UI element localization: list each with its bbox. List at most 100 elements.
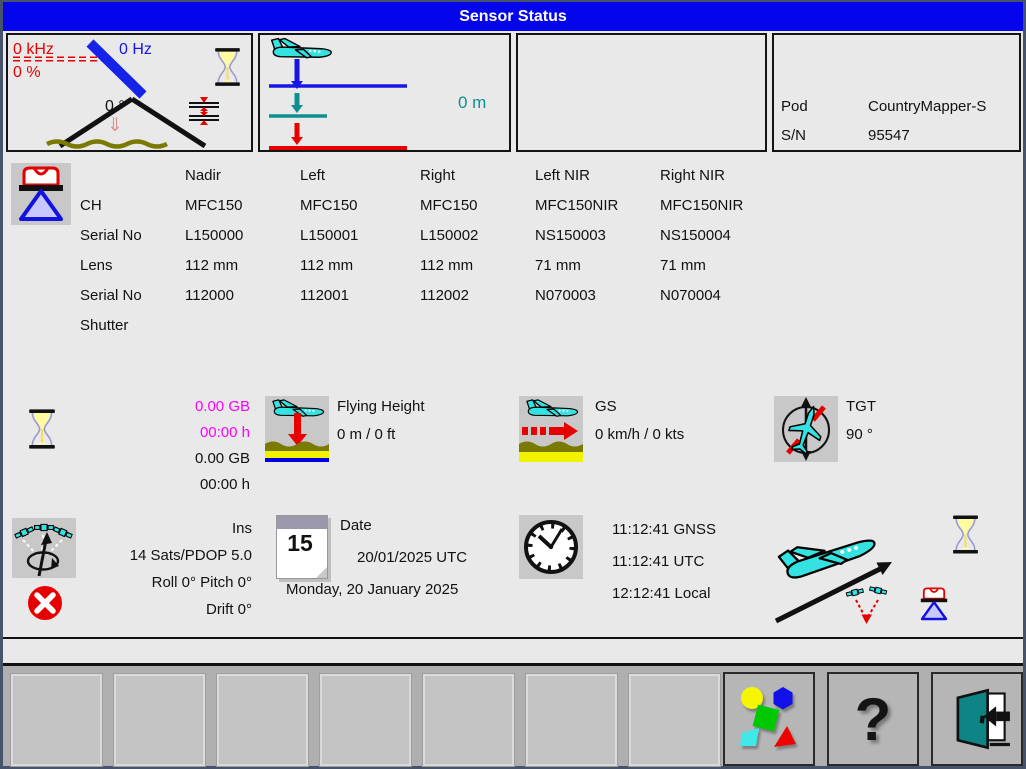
ground-speed-icon — [519, 396, 583, 462]
storage-total-gb: 0.00 GB — [120, 446, 250, 472]
camera-row-label: CH — [80, 197, 185, 214]
ground-speed-value: 0 km/h / 0 kts — [595, 426, 684, 444]
camera-cell: MFC150NIR — [660, 197, 780, 214]
storage-remaining-time: 00:00 h — [120, 420, 250, 446]
flying-height-value: 0 m / 0 ft — [337, 426, 395, 444]
toolbar-button-empty-3[interactable] — [217, 674, 308, 766]
time-gnss: 11:12:41 GNSS — [612, 514, 716, 546]
time-local: 12:12:41 Local — [612, 578, 716, 610]
pod-name: CountryMapper-S — [868, 98, 986, 116]
toolbar-button-empty-2[interactable] — [114, 674, 205, 766]
camera-cell: NS150004 — [660, 227, 780, 244]
help-icon: ? — [855, 685, 892, 754]
ground-speed-label: GS — [595, 398, 617, 416]
storage-total-time: 00:00 h — [120, 472, 250, 498]
camera-row-label: Serial No — [80, 287, 185, 304]
camera-cell: 112002 — [420, 287, 535, 304]
camera-col-header: Nadir — [185, 167, 300, 184]
toolbar: ? — [3, 666, 1023, 766]
storage-remaining-gb: 0.00 GB — [120, 394, 250, 420]
toolbar-button-empty-1[interactable] — [11, 674, 102, 766]
camera-cell: 112000 — [185, 287, 300, 304]
calendar-icon: 15 — [276, 515, 328, 579]
ins-label: Ins — [60, 515, 252, 542]
aircraft-icon — [272, 39, 332, 58]
camera-icon-small — [916, 585, 952, 623]
camera-cell: L150001 — [300, 227, 420, 244]
gnss-drop-icon — [845, 583, 890, 627]
hourglass-icon — [26, 408, 58, 450]
calendar-day: 15 — [277, 530, 323, 557]
camera-cell: N070003 — [535, 287, 660, 304]
camera-table: Nadir Left Right Left NIR Right NIR CH M… — [80, 160, 780, 340]
hourglass-icon — [212, 47, 243, 87]
scanner-panel: 0 kHz 0 % 0 Hz 0 ° ⇓ — [6, 33, 253, 152]
pod-label: Pod — [781, 98, 808, 116]
toolbar-button-empty-7[interactable] — [629, 674, 720, 766]
aux-panel-empty — [516, 33, 767, 152]
ground-line-icon — [47, 142, 167, 147]
scanner-duty-cycle: 0 % — [13, 63, 41, 82]
title-bar: Sensor Status — [3, 2, 1023, 31]
altitude-agl-value: 0 m — [458, 93, 486, 113]
camera-cell: L150000 — [185, 227, 300, 244]
camera-col-header: Left NIR — [535, 167, 660, 184]
scanner-pulse-rate: 0 kHz — [13, 40, 54, 59]
clock-icon — [519, 515, 583, 579]
camera-cell: 71 mm — [535, 257, 660, 274]
exit-button[interactable] — [931, 672, 1023, 766]
altitude-panel: 0 m — [258, 33, 511, 152]
sensor-status-screen: Sensor Status 0 kHz 0 % 0 Hz 0 ° ⇓ — [0, 0, 1026, 769]
date-utc: 20/01/2025 UTC — [357, 549, 467, 567]
camera-cell: MFC150 — [420, 197, 535, 214]
ins-roll-pitch: Roll 0° Pitch 0° — [60, 569, 252, 596]
camera-cell: 112 mm — [420, 257, 535, 274]
camera-cell: L150002 — [420, 227, 535, 244]
camera-cell: MFC150 — [185, 197, 300, 214]
toolbar-button-empty-5[interactable] — [423, 674, 514, 766]
camera-row-label: Serial No — [80, 227, 185, 244]
toolbar-button-empty-4[interactable] — [320, 674, 411, 766]
camera-icon — [9, 163, 73, 225]
toolbar-button-empty-6[interactable] — [526, 674, 617, 766]
pod-info-panel: Pod CountryMapper-S S/N 95547 — [772, 33, 1021, 152]
camera-cell: N070004 — [660, 287, 780, 304]
clock-readout: 11:12:41 GNSS 11:12:41 UTC 12:12:41 Loca… — [612, 514, 716, 610]
hourglass-icon — [950, 514, 981, 555]
camera-cell: NS150003 — [535, 227, 660, 244]
shapes-icon — [735, 683, 803, 755]
camera-cell: 71 mm — [660, 257, 780, 274]
ins-readout: Ins 14 Sats/PDOP 5.0 Roll 0° Pitch 0° Dr… — [60, 515, 252, 623]
camera-cell: MFC150 — [300, 197, 420, 214]
camera-row-label: Shutter — [80, 317, 185, 334]
time-utc: 11:12:41 UTC — [612, 546, 716, 578]
ins-drift: Drift 0° — [60, 596, 252, 623]
camera-col-header: Right — [420, 167, 535, 184]
camera-cell: 112 mm — [300, 257, 420, 274]
ins-sats: 14 Sats/PDOP 5.0 — [60, 542, 252, 569]
tgt-label: TGT — [846, 398, 876, 416]
shapes-button[interactable] — [723, 672, 815, 766]
help-button[interactable]: ? — [827, 672, 919, 766]
tgt-heading-icon — [774, 396, 838, 462]
scanner-fov: 0 ° — [105, 97, 125, 116]
exit-door-icon — [943, 684, 1011, 754]
line-spacing-icon — [187, 97, 221, 125]
flying-height-label: Flying Height — [337, 398, 425, 416]
camera-cell: 112001 — [300, 287, 420, 304]
tgt-value: 90 ° — [846, 426, 873, 444]
page-title: Sensor Status — [459, 8, 567, 26]
scanner-scan-rate: 0 Hz — [119, 40, 152, 59]
pod-sn-value: 95547 — [868, 127, 910, 145]
pod-sn-label: S/N — [781, 127, 806, 145]
down-arrow-icon: ⇓ — [107, 115, 123, 138]
status-bar — [3, 639, 1023, 663]
camera-col-header: Left — [300, 167, 420, 184]
date-long: Monday, 20 January 2025 — [286, 581, 458, 599]
error-x-icon — [27, 585, 63, 621]
camera-row-label: Lens — [80, 257, 185, 274]
date-label: Date — [340, 517, 372, 535]
flying-height-icon — [265, 396, 329, 462]
camera-col-header: Right NIR — [660, 167, 780, 184]
camera-cell: 112 mm — [185, 257, 300, 274]
